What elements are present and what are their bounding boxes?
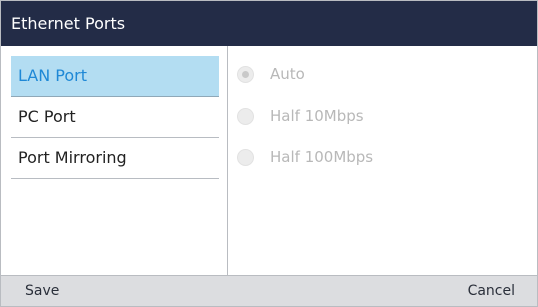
radio-unchecked-icon[interactable] (237, 107, 254, 125)
softkey-bar: Save Cancel (1, 275, 537, 306)
radio-unchecked-icon[interactable] (237, 148, 254, 166)
sidebar: LAN Port PC Port Port Mirroring (11, 56, 219, 276)
radio-checked-icon[interactable] (237, 65, 254, 83)
sidebar-item-pc-port[interactable]: PC Port (11, 97, 219, 138)
option-half-10mbps-label: Half 10Mbps (270, 107, 364, 125)
option-auto[interactable]: Auto (237, 54, 517, 94)
option-half-10mbps[interactable]: Half 10Mbps (237, 96, 517, 136)
sidebar-item-port-mirroring[interactable]: Port Mirroring (11, 138, 219, 179)
cancel-button[interactable]: Cancel (468, 276, 515, 306)
option-half-100mbps[interactable]: Half 100Mbps (237, 137, 517, 177)
sidebar-item-lan-port[interactable]: LAN Port (11, 56, 219, 97)
page-title: Ethernet Ports (1, 1, 537, 46)
option-half-100mbps-label: Half 100Mbps (270, 148, 374, 166)
panel-divider (227, 46, 228, 276)
ethernet-ports-screen: Ethernet Ports LAN Port PC Port Port Mir… (0, 0, 538, 307)
save-button[interactable]: Save (25, 276, 59, 306)
option-auto-label: Auto (270, 65, 305, 83)
